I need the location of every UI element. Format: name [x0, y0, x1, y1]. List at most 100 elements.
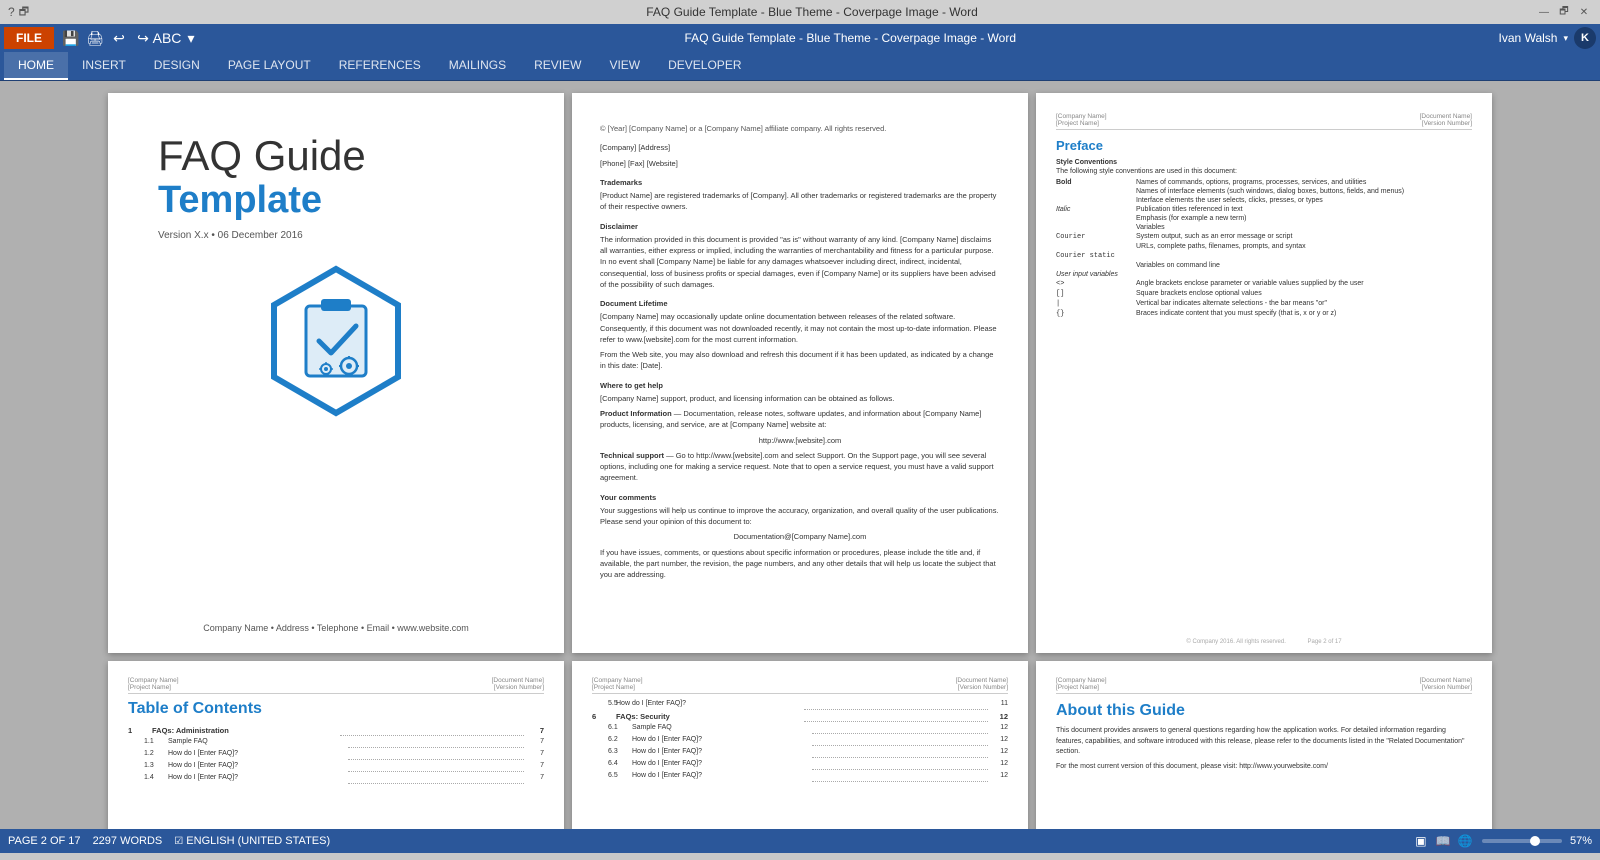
- tab-home[interactable]: HOME: [4, 52, 68, 80]
- conv-pipe: |Vertical bar indicates alternate select…: [1056, 300, 1472, 308]
- faq-header-right: [Document Name] [Version Number]: [956, 677, 1008, 691]
- faq-entry-6-5: 6.5 How do I [Enter FAQ]? 12: [592, 772, 1008, 782]
- license-copyright: © [Year] [Company Name] or a [Company Na…: [600, 123, 1000, 134]
- conv-courier: CourierSystem output, such as an error m…: [1056, 233, 1472, 241]
- toc-entry-1-3: 1.3 How do I [Enter FAQ]? 7: [128, 762, 544, 772]
- minimize-button[interactable]: —: [1536, 4, 1552, 20]
- conventions-list: BoldNames of commands, options, programs…: [1056, 179, 1472, 318]
- ribbon: HOME INSERT DESIGN PAGE LAYOUT REFERENCE…: [0, 52, 1600, 81]
- trademarks-text: [Product Name] are registered trademarks…: [600, 190, 1000, 213]
- doc-lifetime-title: Document Lifetime: [600, 298, 1000, 309]
- language-indicator[interactable]: ☑ ENGLISH (UNITED STATES): [174, 835, 330, 847]
- cover-footer: Company Name • Address • Telephone • Ema…: [108, 623, 564, 633]
- tab-mailings[interactable]: MAILINGS: [435, 52, 520, 80]
- preface-header-left: [Company Name] [Project Name]: [1056, 113, 1107, 127]
- faq-company: [Company Name]: [592, 677, 643, 684]
- tab-review[interactable]: REVIEW: [520, 52, 595, 80]
- tab-view[interactable]: VIEW: [595, 52, 654, 80]
- help-icon[interactable]: ?: [8, 5, 15, 19]
- redo-icon[interactable]: ↪: [132, 27, 154, 49]
- web-layout-icon[interactable]: 🌐: [1456, 832, 1474, 850]
- zoom-slider[interactable]: [1482, 839, 1562, 843]
- conv-emphasis: Emphasis (for example a new term): [1056, 215, 1472, 222]
- about-header: [Company Name] [Project Name] [Document …: [1056, 677, 1472, 694]
- view-icons: ▣ 📖 🌐: [1412, 832, 1474, 850]
- conv-square: []Square brackets enclose optional value…: [1056, 290, 1472, 298]
- spellcheck-icon: ☑: [174, 836, 183, 847]
- doc-lifetime-text: [Company Name] may occasionally update o…: [600, 311, 1000, 345]
- toc-header-left: [Company Name] [Project Name]: [128, 677, 179, 691]
- comments-text: Your suggestions will help us continue t…: [600, 505, 1000, 528]
- about-project: [Project Name]: [1056, 684, 1099, 691]
- cover-title-template: Template: [158, 179, 514, 222]
- conv-bold: BoldNames of commands, options, programs…: [1056, 179, 1472, 186]
- conv-courier-static: Courier static: [1056, 252, 1472, 260]
- status-bar: PAGE 2 OF 17 2297 WORDS ☑ ENGLISH (UNITE…: [0, 829, 1600, 853]
- tab-design[interactable]: DESIGN: [140, 52, 214, 80]
- license-address: [Company] [Address]: [600, 142, 1000, 153]
- toc-version: [Version Number]: [494, 684, 544, 691]
- help-text: [Company Name] support, product, and lic…: [600, 393, 1000, 404]
- toc-project: [Project Name]: [128, 684, 171, 691]
- toc-entry-1: 1 FAQs: Administration 7: [128, 726, 544, 736]
- doc-email: Documentation@[Company Name].com: [600, 531, 1000, 542]
- cover-page: FAQ Guide Template Version X.x • 06 Dece…: [108, 93, 564, 653]
- preface-page: [Company Name] [Project Name] [Document …: [1036, 93, 1492, 653]
- preface-title: Preface: [1056, 138, 1472, 153]
- conv-urls: URLs, complete paths, filenames, prompts…: [1056, 243, 1472, 250]
- style-conventions-label: Style Conventions: [1056, 159, 1472, 166]
- tab-developer[interactable]: DEVELOPER: [654, 52, 755, 80]
- tab-insert[interactable]: INSERT: [68, 52, 140, 80]
- file-button[interactable]: FILE: [4, 27, 54, 49]
- toc-title: Table of Contents: [128, 700, 544, 718]
- close-button[interactable]: ✕: [1576, 4, 1592, 20]
- restore-button[interactable]: 🗗: [1556, 4, 1572, 20]
- tech-support-text: Technical support — Go to http://www.[we…: [600, 450, 1000, 484]
- preface-header: [Company Name] [Project Name] [Document …: [1056, 113, 1472, 130]
- conv-braces: {}Braces indicate content that you must …: [1056, 310, 1472, 318]
- about-page: [Company Name] [Project Name] [Document …: [1036, 661, 1492, 829]
- status-right: ▣ 📖 🌐 57%: [1412, 832, 1592, 850]
- toc-entry-1-1: 1.1 Sample FAQ 7: [128, 738, 544, 748]
- conv-cmdline: Variables on command line: [1056, 262, 1472, 269]
- doc-name-header: [Document Name]: [1420, 113, 1472, 120]
- save-icon[interactable]: 💾: [60, 27, 82, 49]
- toc-company: [Company Name]: [128, 677, 179, 684]
- about-header-left: [Company Name] [Project Name]: [1056, 677, 1107, 691]
- read-mode-icon[interactable]: 📖: [1434, 832, 1452, 850]
- preface-copyright: © Company 2016. All rights reserved.: [1186, 639, 1285, 645]
- conv-interface2: Interface elements the user selects, cli…: [1056, 197, 1472, 204]
- extra-icon[interactable]: ▾: [180, 27, 202, 49]
- user-chevron[interactable]: ▾: [1563, 33, 1568, 44]
- document-area: FAQ Guide Template Version X.x • 06 Dece…: [0, 81, 1600, 829]
- document-title: FAQ Guide Template - Blue Theme - Coverp…: [204, 31, 1497, 45]
- help-title: Where to get help: [600, 380, 1000, 391]
- cover-icon-area: [158, 261, 514, 421]
- toc-entry-1-2: 1.2 How do I [Enter FAQ]? 7: [128, 750, 544, 760]
- tab-references[interactable]: REFERENCES: [325, 52, 435, 80]
- user-avatar: K: [1574, 27, 1596, 49]
- word-count: 2297 WORDS: [93, 835, 163, 847]
- about-header-right: [Document Name] [Version Number]: [1420, 677, 1472, 691]
- faq-security-page: [Company Name] [Project Name] [Document …: [572, 661, 1028, 829]
- quick-access-toolbar: FILE 💾 🖨 ↩ ↪ ABC ▾ FAQ Guide Template - …: [0, 24, 1600, 52]
- conv-variables: Variables: [1056, 224, 1472, 231]
- tab-page-layout[interactable]: PAGE LAYOUT: [214, 52, 325, 80]
- comments-text2: If you have issues, comments, or questio…: [600, 547, 1000, 581]
- restore-icon[interactable]: 🗗: [19, 3, 29, 22]
- undo-icon[interactable]: ↩: [108, 27, 130, 49]
- spelling-icon[interactable]: ABC: [156, 27, 178, 49]
- version-header: [Version Number]: [1422, 120, 1472, 127]
- faq-header-left: [Company Name] [Project Name]: [592, 677, 643, 691]
- style-intro: The following style conventions are used…: [1056, 168, 1472, 175]
- print-icon[interactable]: 🖨: [84, 27, 106, 49]
- faq-docname: [Document Name]: [956, 677, 1008, 684]
- toc-entry-1-4: 1.4 How do I [Enter FAQ]? 7: [128, 774, 544, 784]
- preface-page-num: Page 2 of 17: [1308, 639, 1342, 645]
- print-layout-icon[interactable]: ▣: [1412, 832, 1430, 850]
- cover-title-faq: FAQ Guide: [158, 133, 514, 179]
- user-area: Ivan Walsh ▾ K: [1499, 27, 1596, 49]
- doc-lifetime-text2: From the Web site, you may also download…: [600, 349, 1000, 372]
- faq-entry-6-2: 6.2 How do I [Enter FAQ]? 12: [592, 736, 1008, 746]
- preface-header-right: [Document Name] [Version Number]: [1420, 113, 1472, 127]
